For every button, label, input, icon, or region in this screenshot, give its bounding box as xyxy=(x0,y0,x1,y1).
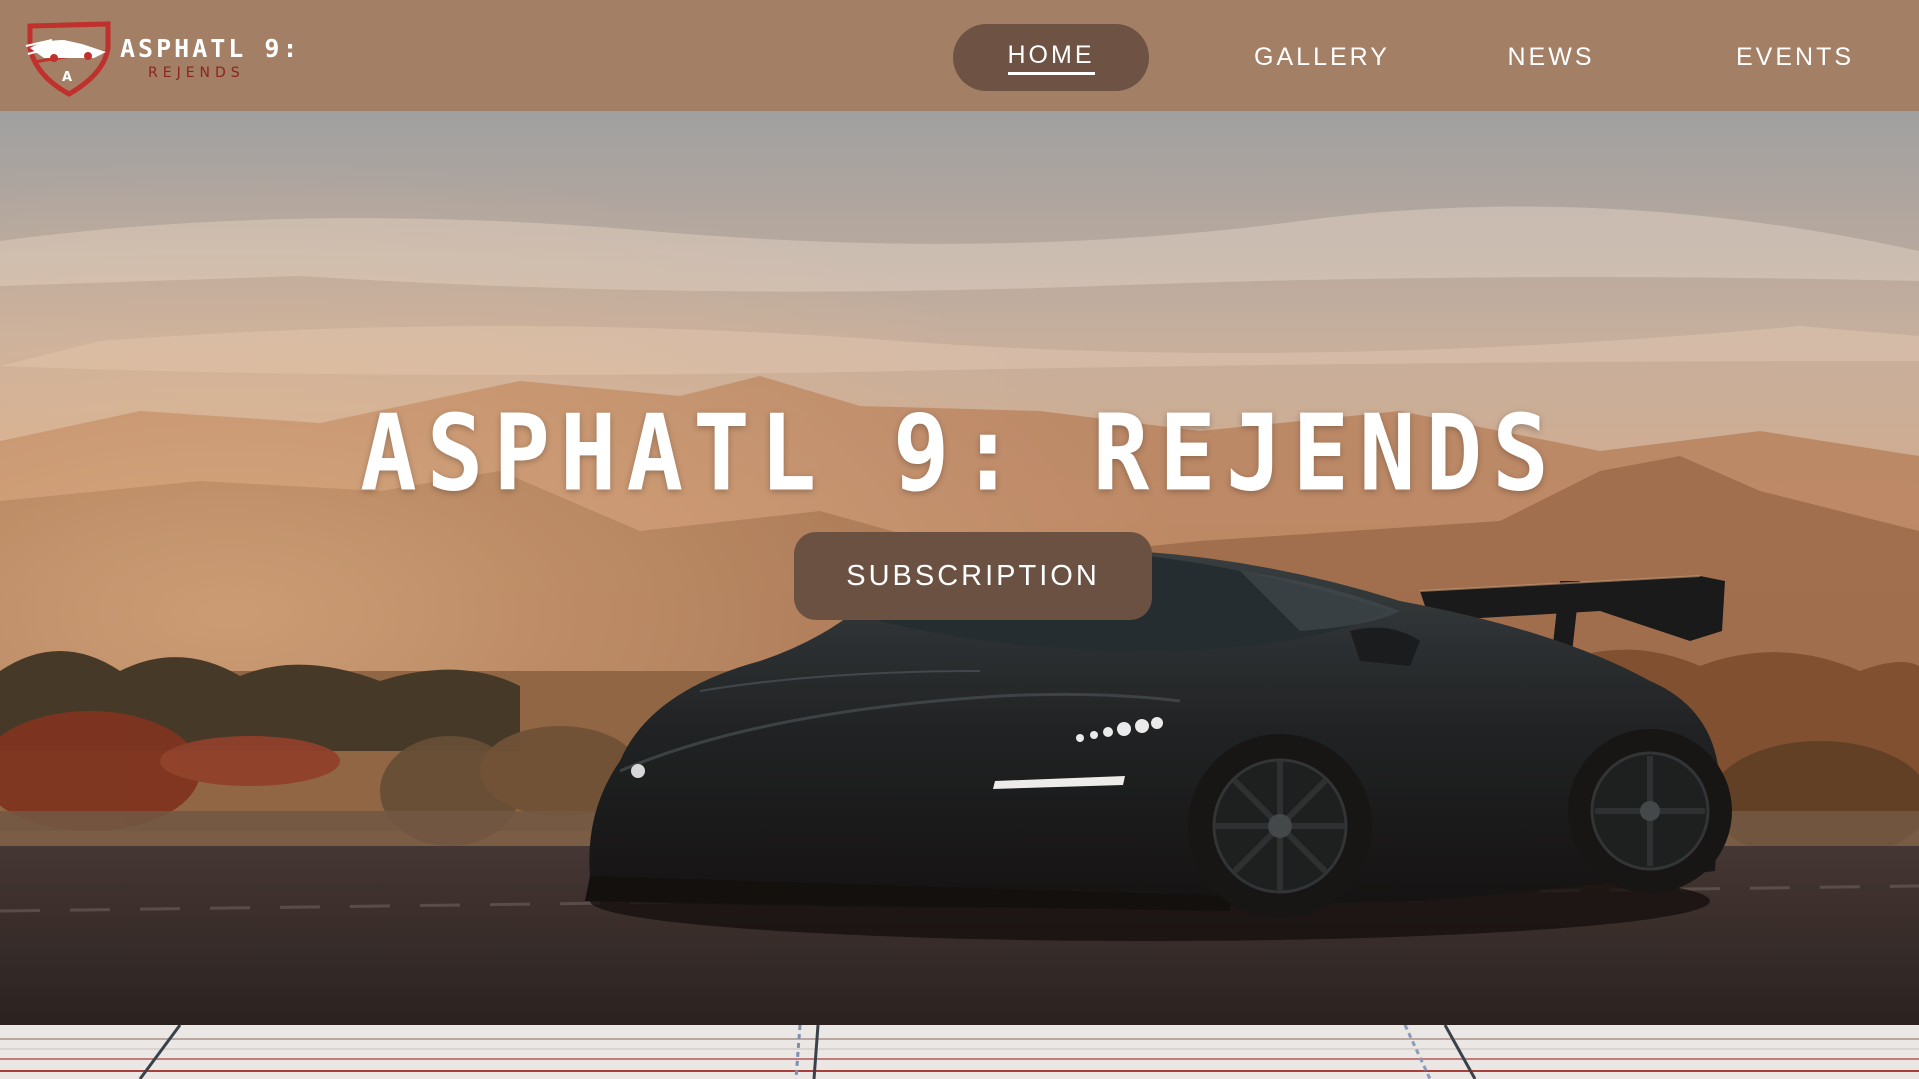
subscription-button[interactable]: SUBSCRIPTION xyxy=(794,532,1152,620)
nav-item-gallery[interactable]: GALLERY xyxy=(1232,24,1412,91)
nav-item-label: EVENTS xyxy=(1735,43,1855,71)
nav-item-label: GALLERY xyxy=(1254,43,1390,71)
nav-item-label: HOME xyxy=(1007,41,1095,75)
nav-item-label: NEWS xyxy=(1507,43,1595,71)
next-section-preview xyxy=(0,1025,1919,1079)
nav-item-events[interactable]: EVENTS xyxy=(1712,24,1878,91)
track-lines-graphic xyxy=(0,1025,1919,1079)
main-nav: HOME GALLERY NEWS EVENTS xyxy=(0,0,1919,111)
hero-title: ASPHATL 9: REJENDS xyxy=(360,393,1559,516)
top-navigation-bar: A ASPHATL 9: REJENDS HOME GALLERY NEWS E… xyxy=(0,0,1919,111)
nav-item-home[interactable]: HOME xyxy=(953,24,1149,91)
nav-item-news[interactable]: NEWS xyxy=(1490,24,1612,91)
hero-section: ASPHATL 9: REJENDS SUBSCRIPTION xyxy=(0,111,1919,1025)
